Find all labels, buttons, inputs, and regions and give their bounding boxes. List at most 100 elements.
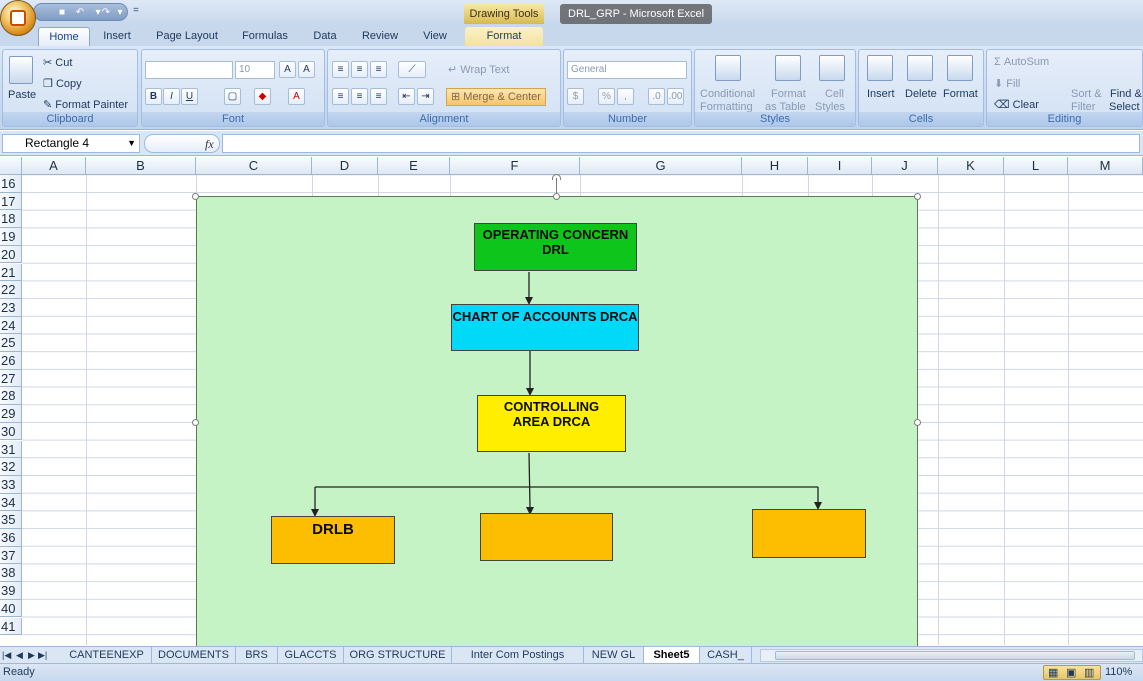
operating-concern-box[interactable]: OPERATING CONCERN DRL (474, 223, 637, 271)
office-button[interactable] (0, 0, 36, 36)
tab-home[interactable]: Home (38, 27, 90, 46)
sheet-tab[interactable]: BRS (236, 647, 278, 663)
row-header[interactable]: 21 (0, 263, 22, 282)
column-header[interactable]: A (22, 157, 86, 175)
rotation-handle[interactable] (552, 174, 561, 180)
row-header[interactable]: 30 (0, 422, 22, 441)
chevron-down-icon[interactable]: ▼ (127, 135, 136, 152)
insert-button[interactable]: Insert (867, 88, 895, 100)
binoculars-icon[interactable] (1111, 55, 1137, 81)
normal-view-icon[interactable]: ▦ (1048, 666, 1058, 679)
tab-view[interactable]: View (413, 27, 457, 46)
bold-button[interactable]: B (145, 88, 162, 105)
autosum-button[interactable]: Σ AutoSum (994, 56, 1049, 68)
comma-button[interactable]: , (617, 88, 634, 105)
format-as-table-button[interactable]: Format (771, 88, 806, 100)
name-box[interactable]: Rectangle 4 ▼ (2, 134, 140, 153)
page-break-view-icon[interactable]: ▥ (1084, 666, 1094, 679)
decrease-indent-icon[interactable]: ⇤ (398, 88, 415, 105)
undo-icon[interactable]: ↶ (74, 7, 86, 18)
row-header[interactable]: 39 (0, 582, 22, 600)
paste-icon[interactable] (9, 56, 33, 84)
increase-decimal-icon[interactable]: .0 (648, 88, 665, 105)
row-header[interactable]: 19 (0, 228, 22, 246)
first-sheet-icon[interactable]: |◀ (2, 650, 11, 661)
select-all-corner[interactable] (0, 157, 22, 175)
row-header[interactable]: 18 (0, 210, 22, 229)
conditional-formatting-icon[interactable] (715, 55, 741, 81)
align-bottom-icon[interactable]: ≡ (370, 61, 387, 78)
tab-insert[interactable]: Insert (95, 27, 139, 46)
column-header[interactable]: L (1004, 157, 1068, 175)
sort-filter-button[interactable]: Sort & (1071, 88, 1102, 100)
row-header[interactable]: 29 (0, 405, 22, 423)
sheet-tab-active[interactable]: Sheet5 (644, 647, 700, 663)
cell-styles-icon[interactable] (819, 55, 845, 81)
column-header[interactable]: B (86, 157, 196, 175)
paste-button[interactable]: Paste (8, 89, 36, 101)
align-middle-icon[interactable]: ≡ (351, 61, 368, 78)
fill-button[interactable]: ⬇ Fill (994, 77, 1020, 90)
sheet-tab[interactable]: DOCUMENTS (152, 647, 236, 663)
tab-format[interactable]: Format (465, 27, 543, 46)
cell-styles-button[interactable]: Cell (825, 88, 844, 100)
company-code-box-drlb[interactable]: DRLB (271, 516, 395, 564)
scrollbar-thumb[interactable] (775, 651, 1135, 660)
row-header[interactable]: 38 (0, 564, 22, 583)
format-as-table-icon[interactable] (775, 55, 801, 81)
row-header[interactable]: 16 (0, 175, 22, 193)
column-header[interactable]: K (938, 157, 1004, 175)
zoom-level[interactable]: 110% (1105, 666, 1132, 678)
last-sheet-icon[interactable]: ▶| (38, 650, 47, 661)
format-button[interactable]: Format (943, 88, 978, 100)
row-header[interactable]: 35 (0, 511, 22, 529)
align-right-icon[interactable]: ≡ (370, 88, 387, 105)
company-code-box-2[interactable] (480, 513, 613, 561)
sheet-tab[interactable]: CASH_ (700, 647, 752, 663)
controlling-area-box[interactable]: CONTROLLING AREA DRCA (477, 395, 626, 452)
number-format-box[interactable]: General (567, 61, 687, 79)
merge-center-button[interactable]: ⊞ Merge & Center (446, 88, 546, 106)
delete-button[interactable]: Delete (905, 88, 937, 100)
tab-data[interactable]: Data (305, 27, 345, 46)
find-select-button[interactable]: Find & (1110, 88, 1142, 100)
resize-handle[interactable] (192, 419, 199, 426)
sheet-tab[interactable]: NEW GL (584, 647, 644, 663)
row-header[interactable]: 24 (0, 316, 22, 335)
insert-cells-icon[interactable] (867, 55, 893, 81)
row-header[interactable]: 27 (0, 369, 22, 388)
org-structure-rectangle[interactable]: OPERATING CONCERN DRL CHART OF ACCOUNTS … (196, 196, 918, 648)
tab-review[interactable]: Review (355, 27, 405, 46)
underline-button[interactable]: U (181, 88, 198, 105)
resize-handle[interactable] (192, 193, 199, 200)
redo-icon[interactable]: ↷ (100, 7, 112, 18)
row-header[interactable]: 23 (0, 298, 22, 317)
align-left-icon[interactable]: ≡ (332, 88, 349, 105)
row-header[interactable]: 28 (0, 387, 22, 406)
currency-button[interactable]: $ (567, 88, 584, 105)
column-header[interactable]: D (312, 157, 378, 175)
row-header[interactable]: 17 (0, 192, 22, 211)
column-header[interactable]: F (450, 157, 580, 175)
orientation-icon[interactable]: ⟋ (398, 61, 426, 78)
view-buttons[interactable]: ▦ ▣ ▥ (1043, 665, 1101, 680)
company-code-box-3[interactable] (752, 509, 866, 558)
sheet-tab[interactable]: GLACCTS (278, 647, 344, 663)
sheet-tab[interactable]: CANTEENEXP (62, 647, 152, 663)
column-header[interactable]: I (808, 157, 872, 175)
font-size-box[interactable]: 10 (235, 61, 275, 79)
align-center-icon[interactable]: ≡ (351, 88, 368, 105)
row-header[interactable]: 31 (0, 440, 22, 459)
copy-button[interactable]: ❐ Copy (43, 77, 82, 90)
font-name-box[interactable] (145, 61, 233, 79)
clear-button[interactable]: ⌫ Clear (994, 98, 1039, 111)
row-header[interactable]: 25 (0, 334, 22, 352)
prev-sheet-icon[interactable]: ◀ (16, 650, 23, 661)
increase-indent-icon[interactable]: ⇥ (417, 88, 434, 105)
row-header[interactable]: 32 (0, 458, 22, 476)
fill-color-icon[interactable]: ◆ (254, 88, 271, 105)
column-header[interactable]: J (872, 157, 938, 175)
horizontal-scrollbar[interactable] (760, 649, 1143, 662)
align-top-icon[interactable]: ≡ (332, 61, 349, 78)
dropdown-icon[interactable]: ▾ (114, 7, 126, 18)
